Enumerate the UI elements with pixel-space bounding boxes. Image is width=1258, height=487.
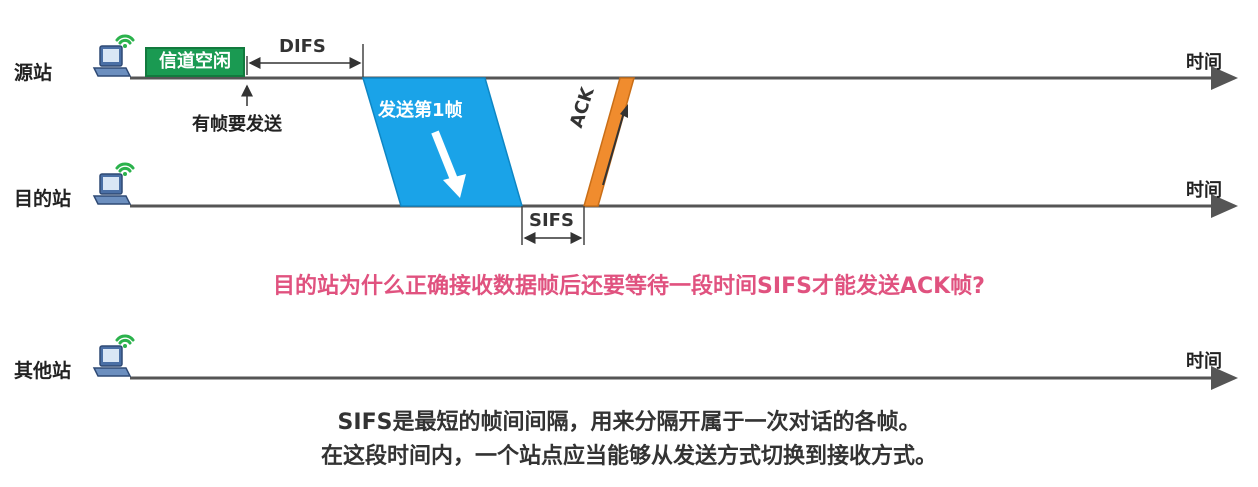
explanation-line-2: 在这段时间内，一个站点应当能够从发送方式切换到接收方式。 (320, 444, 937, 469)
other-time-label: 时间 (1186, 351, 1222, 372)
frame-ready-label: 有帧要发送 (192, 114, 282, 135)
csma-ca-timing-diagram: 源站 目的站 其他站 时间 时间 时间 信道空闲 DIFS 有帧要发送 发送第1… (0, 0, 1258, 487)
data-frame-label: 发送第1帧 (378, 100, 463, 121)
other-station-label: 其他站 (14, 360, 72, 382)
source-laptop-icon (93, 45, 131, 77)
channel-idle-box: 信道空闲 (145, 47, 245, 77)
source-station-label: 源站 (14, 62, 53, 84)
source-time-label: 时间 (1186, 52, 1222, 73)
question-text: 目的站为什么正确接收数据帧后还要等待一段时间SIFS才能发送ACK帧? (273, 274, 985, 299)
destination-time-label: 时间 (1186, 180, 1222, 201)
explanation-line-1: SIFS是最短的帧间间隔，用来分隔开属于一次对话的各帧。 (337, 410, 921, 435)
other-laptop-icon (93, 345, 131, 377)
destination-station-label: 目的站 (14, 188, 72, 210)
difs-label: DIFS (279, 36, 326, 57)
sifs-label: SIFS (529, 210, 574, 231)
destination-laptop-icon (93, 173, 131, 205)
